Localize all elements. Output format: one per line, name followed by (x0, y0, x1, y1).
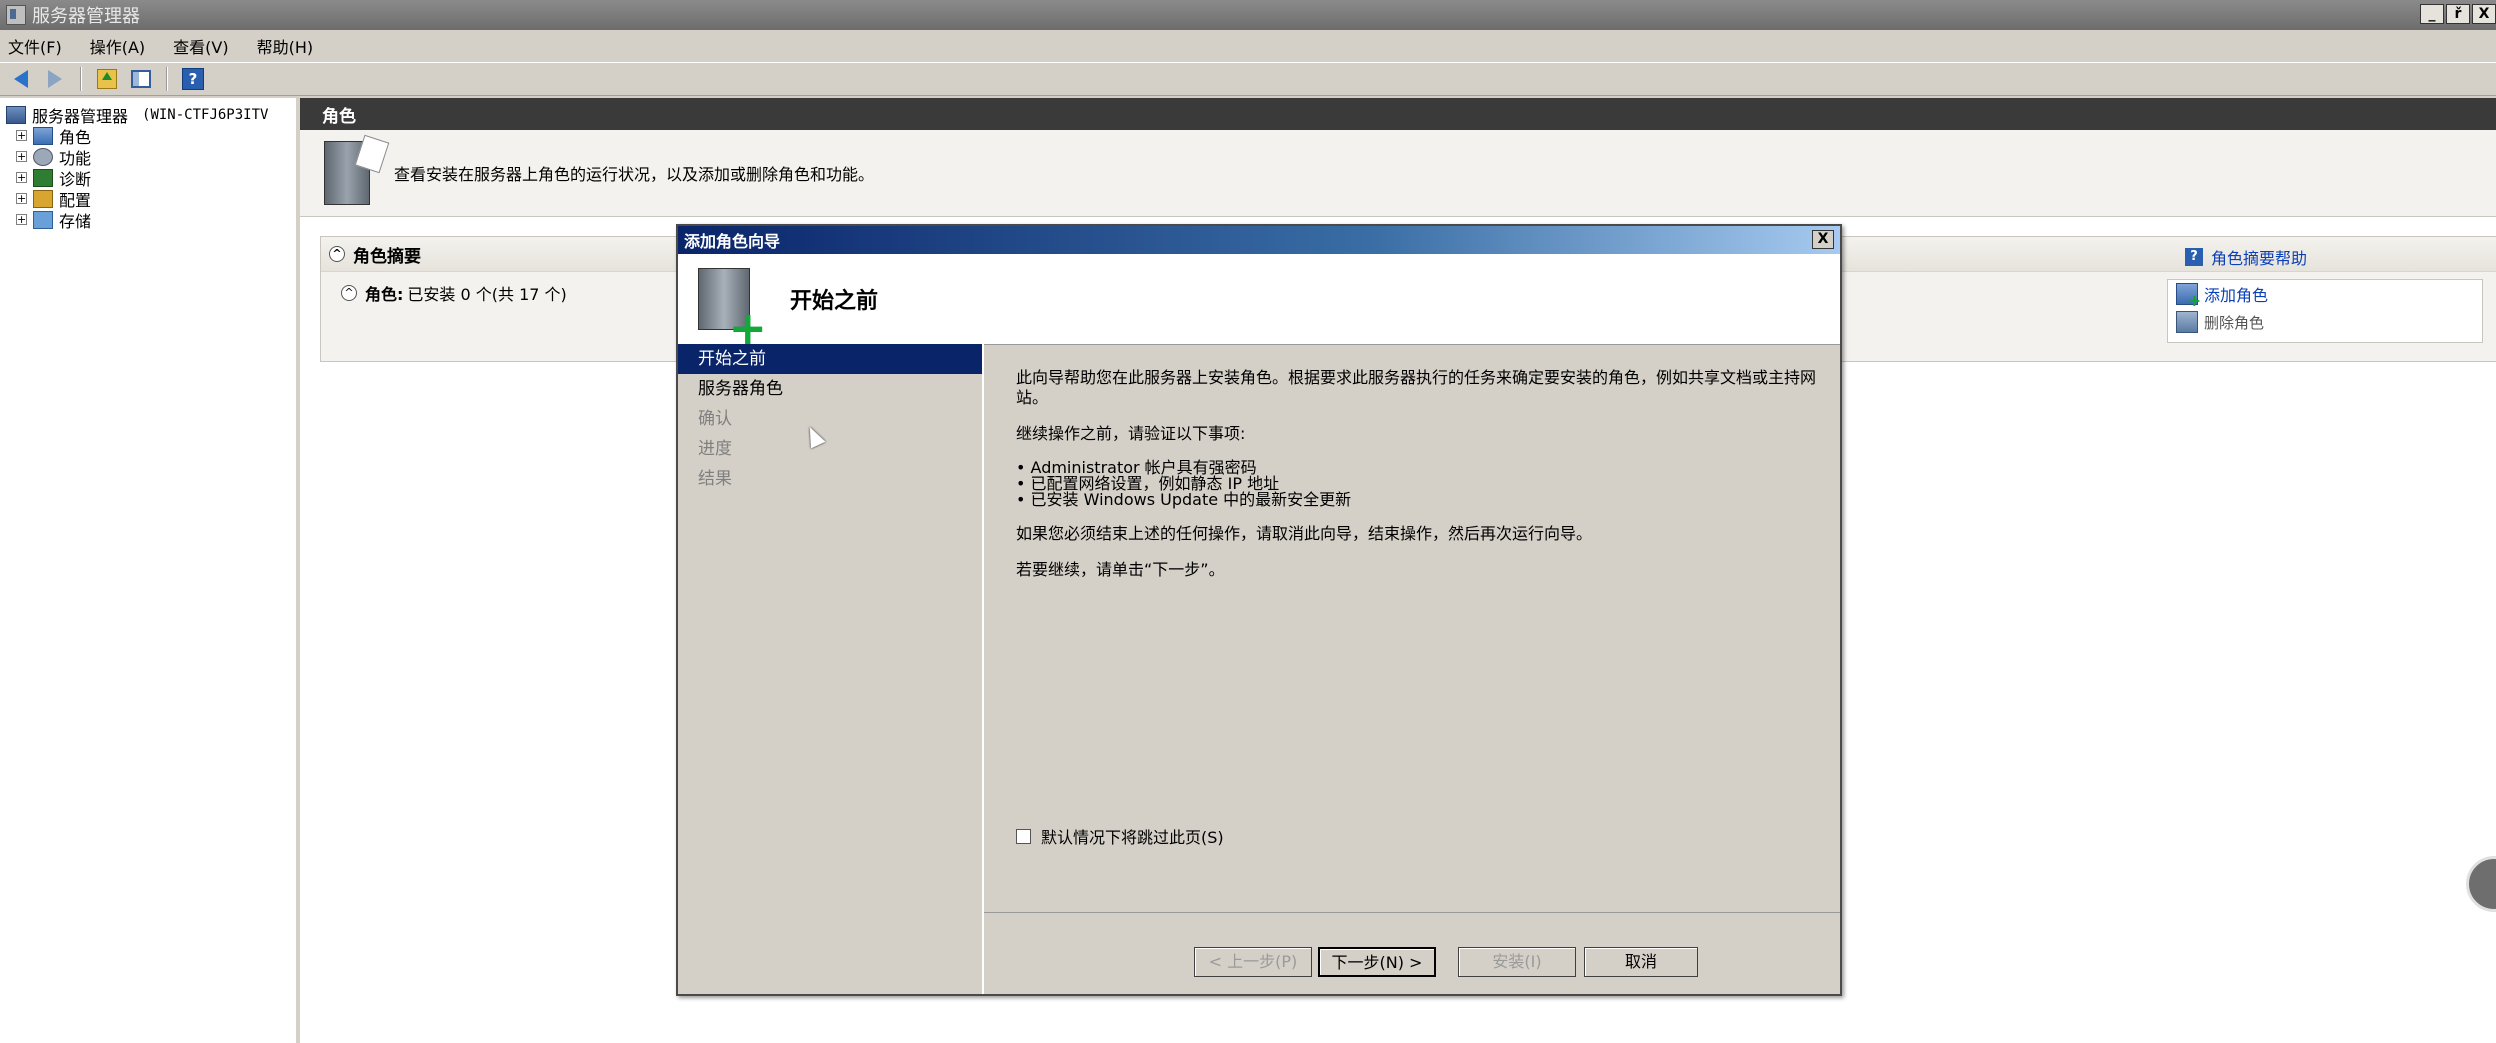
wizard-titlebar: 添加角色向导 X (678, 226, 1840, 254)
wizard-footer: < 上一步(P) 下一步(N) > 安装(I) 取消 (984, 912, 1840, 995)
skip-page-label: 默认情况下将跳过此页(S) (1041, 828, 1224, 847)
tree-item-diagnostics[interactable]: + 诊断 (6, 167, 296, 189)
prerequisite-list: • Administrator 帐户具有强密码 • 已配置网络设置，例如静态 I… (1016, 460, 1840, 508)
tree-root[interactable]: 服务器管理器 (WIN-CTFJ6P3ITV (6, 104, 296, 126)
menu-action[interactable]: 操作(A) (90, 34, 145, 58)
roles-server-icon (324, 141, 370, 205)
forward-button[interactable] (42, 67, 68, 91)
remove-role-icon (2176, 311, 2198, 333)
roles-count: 已安装 0 个(共 17 个) (407, 285, 567, 304)
previous-button[interactable]: < 上一步(P) (1194, 947, 1312, 977)
up-folder-icon (97, 69, 117, 89)
description-text: 查看安装在服务器上角色的运行状况，以及添加或删除角色和功能。 (394, 165, 875, 184)
verify-heading: 继续操作之前，请验证以下事项: (1016, 424, 1246, 443)
toolbar-separator (80, 67, 82, 91)
wizard-header: 开始之前 (678, 254, 1840, 351)
up-level-button[interactable] (94, 67, 120, 91)
wizard-close-button[interactable]: X (1812, 230, 1834, 249)
install-button[interactable]: 安装(I) (1458, 947, 1576, 977)
back-button[interactable] (8, 67, 34, 91)
help-icon: ? (2184, 248, 2203, 266)
tree-item-label: 存储 (59, 211, 92, 231)
step-before-you-begin[interactable]: 开始之前 (678, 344, 982, 374)
wizard-steps: 开始之前 服务器角色 确认 进度 结果 (678, 344, 984, 994)
add-roles-link[interactable]: 添加角色 (2168, 280, 2482, 310)
expand-icon[interactable]: + (16, 193, 27, 204)
step-server-roles[interactable]: 服务器角色 (678, 374, 982, 404)
tree-item-roles[interactable]: + 角色 (6, 123, 296, 148)
menu-help[interactable]: 帮助(H) (257, 34, 314, 58)
menu-view[interactable]: 查看(V) (173, 34, 228, 58)
add-roles-wizard: 添加角色向导 X 开始之前 开始之前 服务器角色 确认 进度 结果 此向导帮助您… (676, 224, 1842, 996)
restore-button[interactable]: ř (2446, 4, 2470, 24)
server-manager-icon (6, 5, 26, 25)
forward-arrow-icon (48, 70, 62, 88)
help-icon: ? (182, 68, 204, 90)
roles-icon (33, 126, 53, 145)
step-results: 结果 (698, 469, 732, 489)
continue-note: 若要继续，请单击“下一步”。 (1016, 560, 1225, 579)
intro-text: 此向导帮助您在此服务器上安装角色。根据要求此服务器执行的任务来确定要安装的角色，… (1016, 368, 1817, 407)
console-tree-icon (131, 70, 151, 88)
tree-item-features[interactable]: + 功能 (6, 146, 296, 168)
storage-icon (33, 210, 53, 229)
menu-file[interactable]: 文件(F) (8, 34, 62, 58)
list-item: • 已安装 Windows Update 中的最新安全更新 (1016, 490, 1352, 509)
diagnostics-icon (33, 168, 53, 187)
add-roles-label: 添加角色 (2204, 286, 2269, 305)
remove-roles-label: 删除角色 (2204, 313, 2265, 332)
server-name: (WIN-CTFJ6P3ITV (142, 106, 269, 123)
wizard-body: 此向导帮助您在此服务器上安装角色。根据要求此服务器执行的任务来确定要安装的角色，… (984, 344, 1840, 904)
skip-page-checkbox[interactable] (1016, 828, 1031, 844)
show-hide-tree-button[interactable] (128, 67, 154, 91)
console-tree: 服务器管理器 (WIN-CTFJ6P3ITV + 角色 + 功能 + 诊断 + … (0, 98, 300, 1043)
cancel-button[interactable]: 取消 (1584, 947, 1698, 977)
toolbar: ? (0, 62, 2496, 96)
close-button[interactable]: X (2472, 4, 2496, 24)
wizard-title: 添加角色向导 (684, 232, 781, 251)
server-manager-icon (6, 105, 26, 124)
roles-summary-title: 角色摘要 (353, 246, 421, 267)
configuration-icon (33, 189, 53, 208)
menu-bar: 文件(F) 操作(A) 查看(V) 帮助(H) (0, 30, 2496, 62)
remove-roles-link[interactable]: 删除角色 (2168, 308, 2482, 336)
toolbar-separator (166, 67, 168, 91)
step-confirmation: 确认 (698, 409, 732, 429)
add-server-role-icon (698, 268, 767, 351)
cancel-note: 如果您必须结束上述的任何操作，请取消此向导，结束操作，然后再次运行向导。 (1016, 524, 1593, 543)
roles-count-row: ^ 角色: 已安装 0 个(共 17 个) (341, 281, 567, 305)
help-link-label: 角色摘要帮助 (2210, 249, 2307, 268)
window-controls: _ ř X (2420, 4, 2496, 24)
expand-icon[interactable]: + (16, 214, 27, 225)
minimize-button[interactable]: _ (2420, 4, 2444, 24)
help-button[interactable]: ? (180, 67, 206, 91)
window-title: 服务器管理器 (32, 6, 140, 27)
tree-item-configuration[interactable]: + 配置 (6, 188, 296, 210)
content-header: 角色 (300, 98, 2496, 130)
step-progress: 进度 (698, 439, 732, 459)
skip-page-option[interactable]: 默认情况下将跳过此页(S) (1016, 824, 1224, 848)
tree-item-storage[interactable]: + 存储 (6, 209, 296, 231)
add-role-icon (2176, 283, 2201, 310)
expand-icon[interactable]: + (16, 151, 27, 162)
roles-summary-help-link[interactable]: ? 角色摘要帮助 (2184, 245, 2307, 269)
roles-actions: 添加角色 删除角色 (2167, 279, 2483, 343)
window-titlebar: 服务器管理器 _ ř X (0, 0, 2496, 30)
content-description: 查看安装在服务器上角色的运行状况，以及添加或删除角色和功能。 (300, 130, 2496, 217)
expand-icon[interactable]: + (16, 172, 27, 183)
wizard-page-title: 开始之前 (790, 289, 879, 314)
expand-icon[interactable]: + (16, 130, 27, 141)
roles-label: 角色: (365, 285, 404, 304)
collapse-icon[interactable]: ^ (341, 285, 357, 301)
features-icon (33, 147, 53, 166)
collapse-icon[interactable]: ^ (329, 246, 345, 262)
next-button[interactable]: 下一步(N) > (1318, 947, 1436, 977)
back-arrow-icon (14, 70, 28, 88)
